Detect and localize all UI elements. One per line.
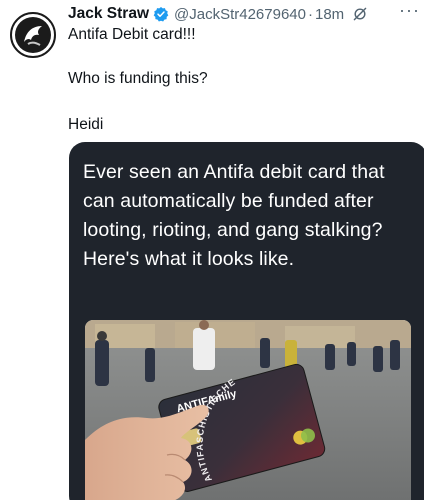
avatar[interactable]: [10, 12, 56, 58]
avatar-logo-icon: [15, 17, 51, 53]
photo-scene: ANTIFAmily Mitgliedskarte ANTIFASCHISTIS…: [85, 320, 411, 500]
media-caption: Ever seen an Antifa debit card that can …: [83, 161, 385, 270]
tweet-header: Jack Straw @JackStr42679640 · 18m: [68, 4, 424, 24]
verified-badge-icon: [153, 6, 169, 22]
separator-dot: ·: [307, 5, 313, 23]
timestamp[interactable]: 18m: [315, 6, 344, 23]
debit-card-photo[interactable]: ANTIFAmily Mitgliedskarte ANTIFASCHISTIS…: [85, 320, 411, 500]
tweet-text-line: Antifa Debit card!!!: [68, 26, 196, 43]
more-icon[interactable]: ···: [399, 0, 420, 21]
tweet-text-line: Who is funding this?: [68, 70, 208, 87]
tweet-text-line: Heidi: [68, 116, 104, 133]
grok-icon[interactable]: [352, 6, 368, 22]
user-handle[interactable]: @JackStr42679640: [174, 6, 306, 23]
display-name[interactable]: Jack Straw: [68, 5, 149, 23]
tweet-media[interactable]: Ever seen an Antifa debit card that can …: [69, 142, 424, 500]
